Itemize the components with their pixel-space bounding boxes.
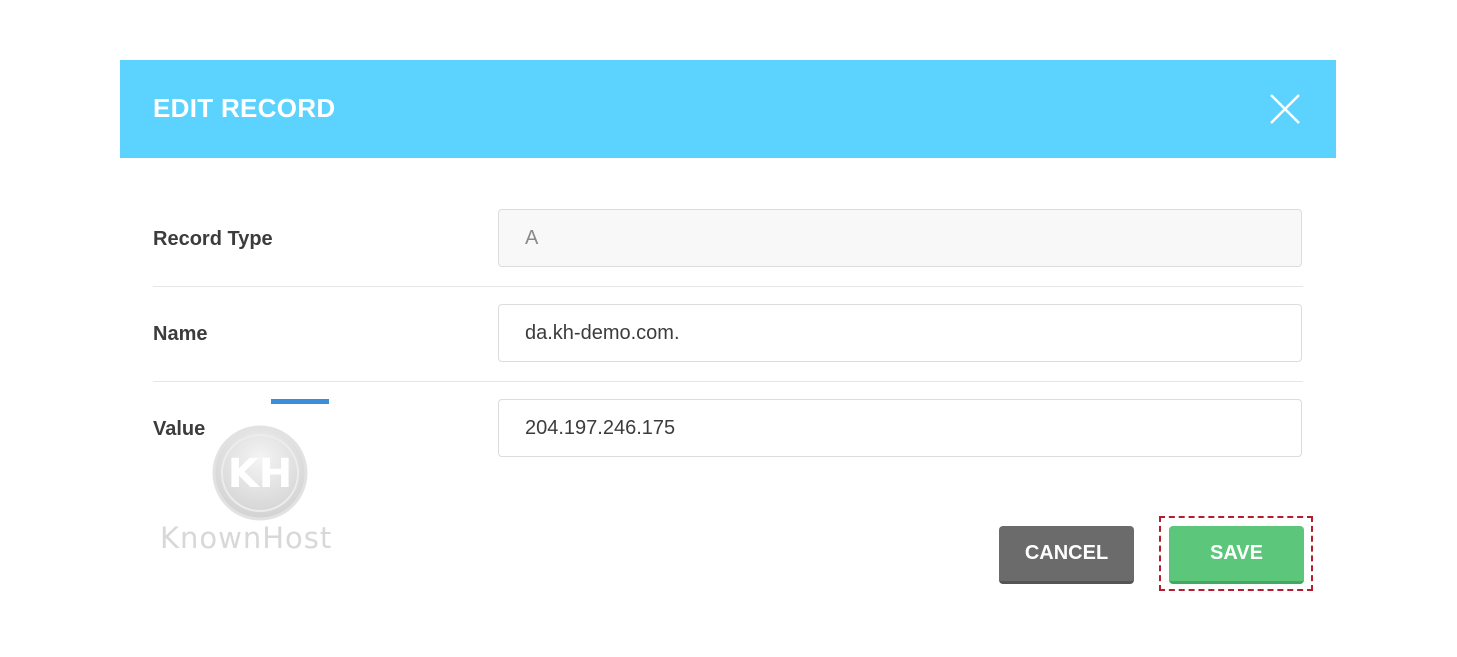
cancel-button[interactable]: CANCEL bbox=[999, 526, 1134, 584]
save-highlight-frame bbox=[1159, 516, 1313, 591]
name-label: Name bbox=[153, 323, 208, 345]
value-field[interactable] bbox=[498, 399, 1302, 457]
knownhost-watermark: KH KnownHost bbox=[160, 425, 365, 555]
accent-line bbox=[271, 399, 329, 404]
dialog-title: EDIT RECORD bbox=[153, 93, 336, 123]
logo-letters: KH bbox=[228, 451, 292, 497]
knownhost-logo-icon: KH bbox=[212, 425, 308, 521]
record-type-field bbox=[498, 209, 1302, 267]
close-icon[interactable] bbox=[1265, 89, 1305, 129]
record-type-label: Record Type bbox=[153, 228, 273, 250]
dialog-header: EDIT RECORD bbox=[120, 60, 1336, 158]
watermark-text: KnownHost bbox=[160, 521, 333, 555]
name-field[interactable] bbox=[498, 304, 1302, 362]
divider bbox=[153, 381, 1303, 382]
divider bbox=[153, 286, 1303, 287]
